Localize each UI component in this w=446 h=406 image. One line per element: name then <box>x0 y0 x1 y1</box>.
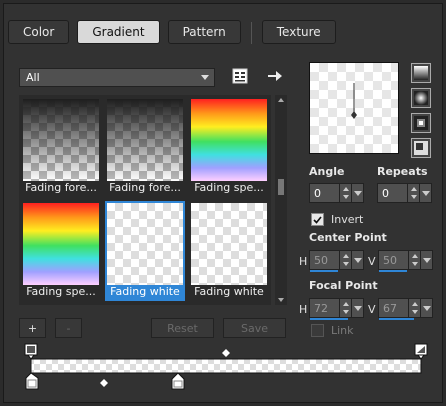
scroll-up-icon <box>278 98 284 102</box>
link-label: Link <box>331 324 354 337</box>
gradient-swatch <box>191 99 267 181</box>
color-midpoint <box>100 379 108 387</box>
tab-color[interactable]: Color <box>8 20 70 44</box>
gradient-thumb[interactable]: Fading fore... <box>105 97 185 197</box>
center-v-slider-fill <box>379 270 407 272</box>
gradient-scrollbar[interactable] <box>275 95 287 305</box>
center-v-value[interactable]: 50 <box>379 251 408 269</box>
linear-gradient-icon[interactable] <box>411 63 431 83</box>
add-stop-button[interactable]: + <box>19 318 46 338</box>
color-stop-right <box>171 372 185 390</box>
arrow-right-icon[interactable] <box>265 67 283 85</box>
center-h-spinbox[interactable]: 50 <box>309 250 364 270</box>
radial-gradient-icon[interactable] <box>411 88 431 108</box>
spin-updown-icon[interactable] <box>407 184 419 202</box>
gradient-thumb[interactable]: Fading spe... <box>21 201 101 301</box>
focal-v-label: V <box>368 303 376 316</box>
scrollbar-track <box>278 98 284 302</box>
chevron-down-icon[interactable] <box>351 299 363 317</box>
tab-bar: Color Gradient Pattern Texture <box>8 20 336 46</box>
focal-h-value[interactable]: 72 <box>310 299 339 317</box>
focal-v-slider-fill <box>379 318 414 320</box>
angle-label: Angle <box>309 165 345 178</box>
center-v-spinbox[interactable]: 50 <box>378 250 433 270</box>
gradient-ramp <box>30 358 422 374</box>
link-checkbox[interactable] <box>311 324 324 337</box>
chevron-down-icon[interactable] <box>351 184 363 202</box>
gradient-swatch <box>107 99 183 181</box>
spin-updown-icon[interactable] <box>339 299 351 317</box>
gradient-thumb-label: Fading fore... <box>25 181 97 194</box>
spin-updown-icon[interactable] <box>408 299 420 317</box>
gradient-thumb[interactable]: Fading spe... <box>189 97 269 197</box>
gradient-stop-editor[interactable] <box>22 340 432 394</box>
gradient-thumb[interactable]: Fading white <box>189 201 269 301</box>
gradient-thumb[interactable]: Fading fore... <box>21 97 101 197</box>
chevron-down-icon[interactable] <box>419 184 431 202</box>
category-select[interactable]: All <box>19 68 215 87</box>
center-h-label: H <box>299 255 308 268</box>
center-v-label: V <box>368 255 376 268</box>
center-h-value[interactable]: 50 <box>310 251 339 269</box>
repeats-label: Repeats <box>377 165 428 178</box>
gradient-swatch <box>23 203 99 285</box>
rectangular-gradient-icon[interactable] <box>411 113 431 133</box>
center-point-label: Center Point <box>309 231 387 244</box>
category-select-value: All <box>26 71 40 84</box>
spin-updown-icon[interactable] <box>339 251 351 269</box>
gradient-thumb-label: Fading spe... <box>194 181 264 194</box>
opacity-stop-left <box>24 343 38 360</box>
chevron-down-icon <box>201 75 209 80</box>
invert-label: Invert <box>331 213 364 226</box>
gradient-preview[interactable] <box>309 62 399 154</box>
focal-h-spinbox[interactable]: 72 <box>309 298 364 318</box>
chevron-down-icon[interactable] <box>420 251 432 269</box>
chevron-down-icon[interactable] <box>420 299 432 317</box>
color-stop-left <box>25 372 39 390</box>
gradient-thumb-label: Fading fore... <box>109 181 181 194</box>
focal-v-value[interactable]: 67 <box>379 299 408 317</box>
focal-point-label: Focal Point <box>309 279 378 292</box>
gradient-swatch <box>23 99 99 181</box>
tab-texture[interactable]: Texture <box>261 20 336 44</box>
gradient-grid: Fading fore... Fading fore... Fading spe… <box>19 95 271 305</box>
save-button[interactable]: Save <box>223 318 286 338</box>
sunburst-gradient-icon[interactable] <box>411 138 431 158</box>
scroll-thumb <box>278 179 284 195</box>
spin-updown-icon[interactable] <box>339 184 351 202</box>
checkmark-icon <box>313 216 322 224</box>
repeats-spinbox[interactable]: 0 <box>377 183 432 203</box>
gradient-swatch <box>191 203 267 285</box>
opacity-stop-right <box>414 343 428 360</box>
invert-checkbox[interactable] <box>311 213 324 226</box>
gradient-direction-handle[interactable] <box>310 63 400 155</box>
angle-spinbox[interactable]: 0 <box>309 183 364 203</box>
gradient-swatch <box>107 203 183 285</box>
focal-h-label: H <box>299 303 308 316</box>
tab-separator <box>250 22 252 44</box>
reset-button[interactable]: Reset <box>151 318 214 338</box>
gradient-thumb-label: Fading white <box>107 285 183 299</box>
tab-pattern[interactable]: Pattern <box>167 20 241 44</box>
remove-stop-button[interactable]: - <box>55 318 82 338</box>
focal-v-spinbox[interactable]: 67 <box>378 298 433 318</box>
gradient-thumb-label: Fading spe... <box>26 285 96 298</box>
center-h-slider-fill <box>310 270 338 272</box>
gradient-list-icon[interactable] <box>231 67 249 85</box>
spin-updown-icon[interactable] <box>408 251 420 269</box>
gradient-thumb-selected[interactable]: Fading white <box>105 201 185 301</box>
opacity-midpoint <box>222 349 230 357</box>
gradient-thumb-label: Fading white <box>194 285 264 298</box>
tab-gradient[interactable]: Gradient <box>77 20 160 44</box>
repeats-value[interactable]: 0 <box>378 184 407 202</box>
focal-h-slider-fill <box>310 318 348 320</box>
angle-value[interactable]: 0 <box>310 184 339 202</box>
chevron-down-icon[interactable] <box>351 251 363 269</box>
scroll-down-icon <box>278 298 284 302</box>
